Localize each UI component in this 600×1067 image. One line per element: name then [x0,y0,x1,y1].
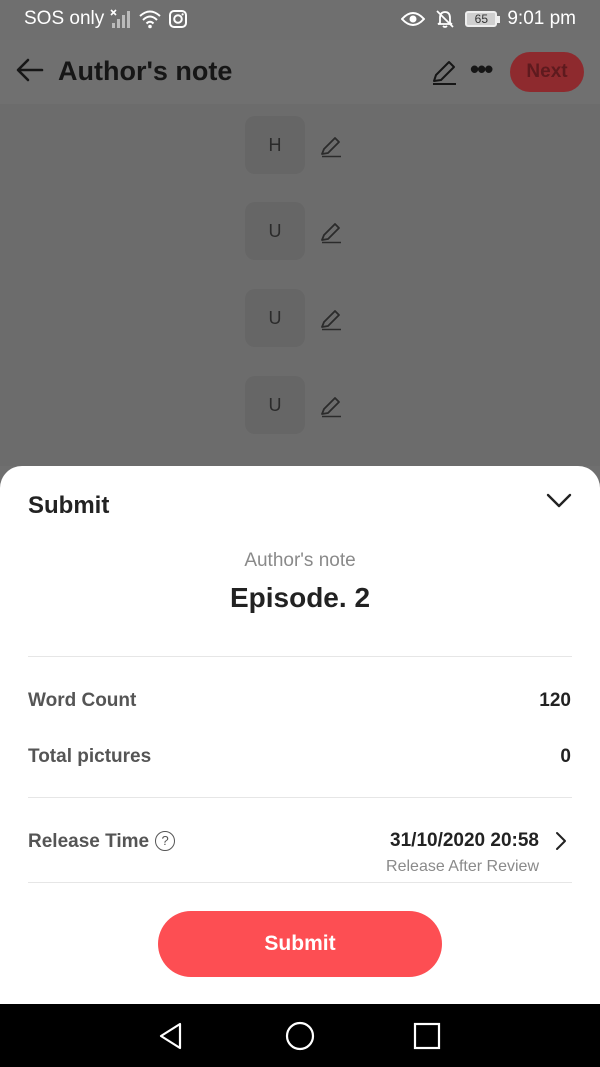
back-arrow-icon[interactable] [14,54,46,86]
instagram-icon [169,10,188,28]
edit-pen-icon[interactable] [319,220,343,244]
pictures-value: 0 [560,746,571,767]
signal-icon [110,9,131,28]
more-options-icon[interactable]: ••• [470,54,493,85]
sheet-title: Submit [28,492,110,519]
word-count-value: 120 [539,690,571,711]
chapter-initial: U [245,202,305,260]
chevron-right-icon[interactable] [553,831,569,851]
divider [28,656,572,657]
edit-pen-icon[interactable] [319,134,343,158]
nav-back-icon[interactable] [155,1020,187,1052]
page-title: Author's note [58,56,233,86]
help-icon[interactable]: ? [155,831,176,851]
list-item[interactable]: H [245,116,355,176]
list-item[interactable]: U [245,289,355,349]
chapter-initial: U [245,376,305,434]
edit-pen-icon[interactable] [319,307,343,331]
next-button[interactable]: Next [510,52,584,92]
notifications-off-icon [436,10,454,28]
clock-text: 9:01 pm [507,8,576,29]
pictures-label: Total pictures [28,746,152,767]
word-count-label: Word Count [28,690,137,711]
release-time-row: Release Time? [28,831,176,853]
edit-pen-icon[interactable] [430,58,458,86]
battery-icon: 65 [465,11,501,27]
nav-home-icon[interactable] [284,1020,316,1052]
carrier-text: SOS only [24,8,105,29]
divider [28,797,572,798]
release-note: Release After Review [386,858,539,875]
release-time-label: Release Time [28,831,150,852]
submit-sheet: Submit Author's note Episode. 2 Word Cou… [0,466,600,1004]
system-nav-bar [0,1004,600,1067]
status-left: SOS only [24,8,188,30]
eye-icon [401,12,426,26]
status-right: 65 9:01 pm [401,8,576,30]
list-item[interactable]: U [245,376,355,436]
chapter-initial: U [245,289,305,347]
wifi-icon [139,10,161,29]
nav-recents-icon[interactable] [411,1020,443,1052]
divider [28,882,572,883]
list-item[interactable]: U [245,202,355,262]
app-header: Author's note ••• Next [0,40,600,104]
sheet-subtitle: Author's note [244,550,356,571]
release-time-value[interactable]: 31/10/2020 20:58 [390,830,539,852]
chapter-list: H U U U [0,104,600,466]
episode-title: Episode. 2 [229,582,371,613]
chevron-down-icon[interactable] [545,488,573,512]
submit-button[interactable]: Submit [158,911,442,977]
edit-pen-icon[interactable] [319,394,343,418]
status-bar: SOS only 65 9:01 pm [0,0,600,40]
chapter-initial: H [245,116,305,174]
